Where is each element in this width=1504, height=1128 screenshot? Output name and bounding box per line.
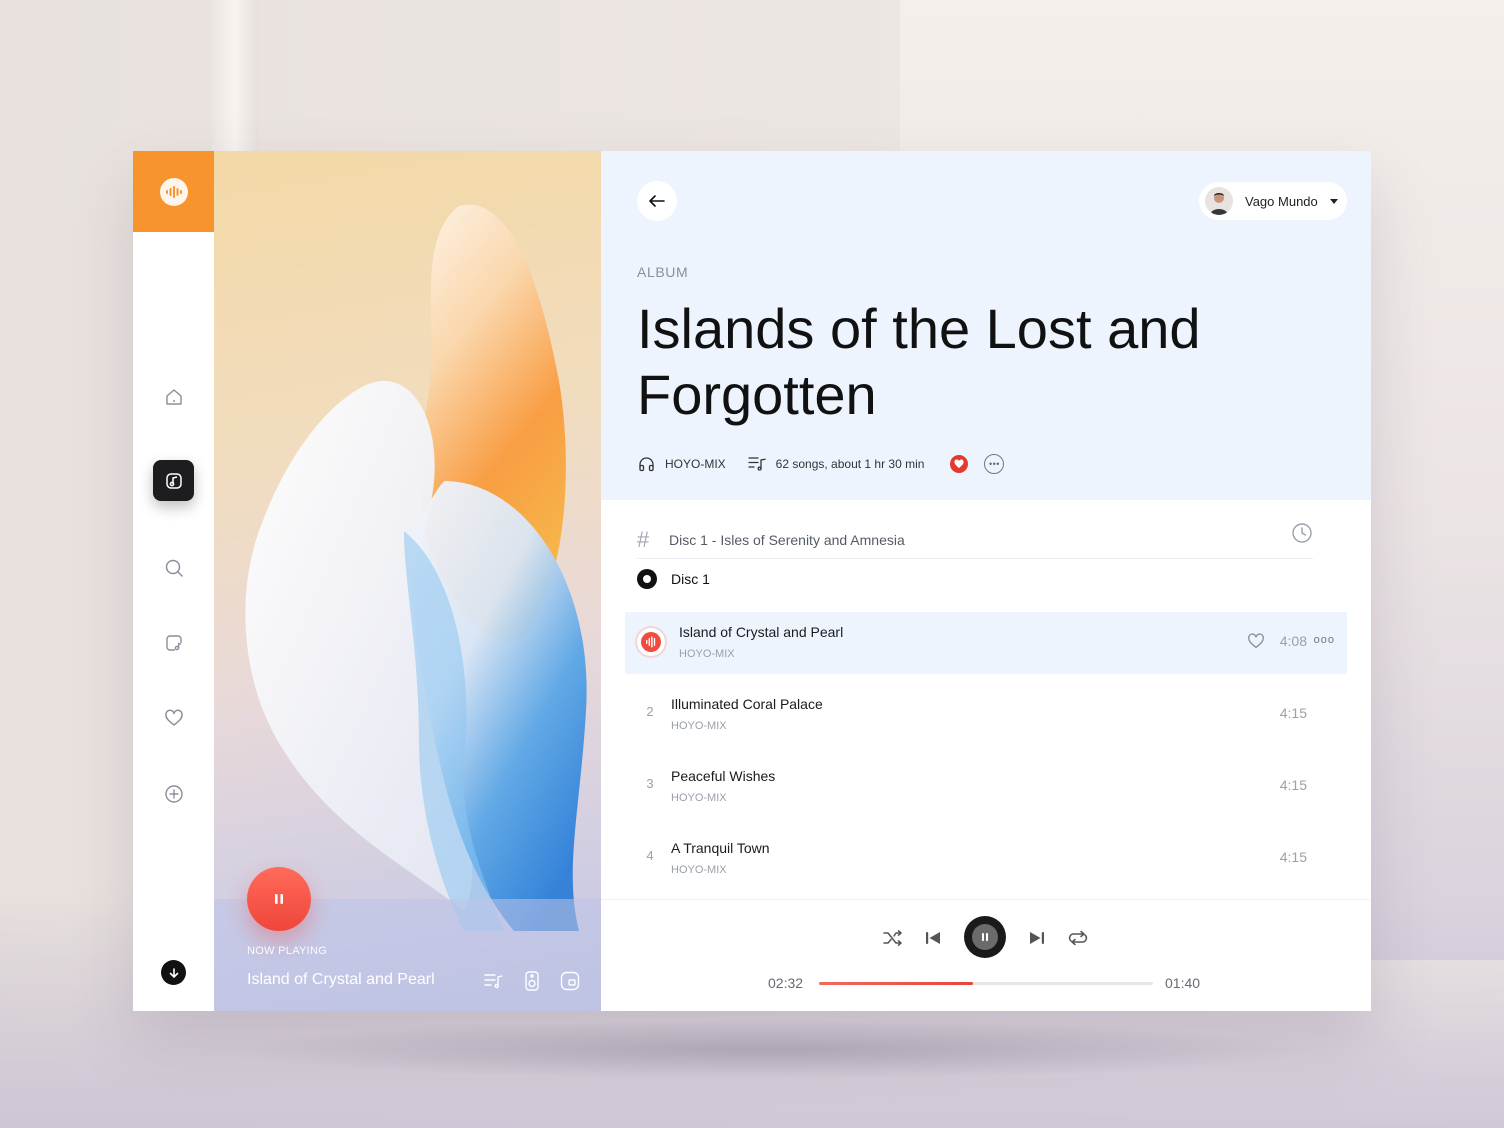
download-button[interactable] [161, 960, 186, 985]
disc-label: Disc 1 [671, 571, 710, 587]
track-title: Peaceful Wishes [671, 768, 776, 784]
track-row[interactable]: Island of Crystal and Pearl HOYO-MIX 4:0… [625, 612, 1347, 674]
user-name: Vago Mundo [1245, 193, 1318, 209]
previous-button[interactable] [919, 924, 947, 952]
album-more-button[interactable]: ••• [984, 454, 1005, 474]
headphones-icon [637, 455, 655, 473]
shuffle-button[interactable] [879, 924, 907, 952]
repeat-button[interactable] [1064, 924, 1092, 952]
back-arrow-icon [649, 195, 665, 207]
now-playing-title: Island of Crystal and Pearl [247, 971, 435, 988]
user-menu[interactable]: Vago Mundo [1199, 182, 1347, 220]
artwork-pause-button[interactable] [247, 867, 311, 931]
pause-button[interactable] [964, 916, 1006, 958]
album-detail: Vago Mundo ALBUM Islands of the Lost and… [601, 151, 1371, 1011]
track-row[interactable]: 3 Peaceful Wishes HOYO-MIX 4:15 [625, 756, 1347, 818]
sidebar-item-favorites[interactable] [153, 697, 194, 738]
queue-icon [484, 974, 503, 989]
track-number: 4 [646, 848, 654, 863]
progress-fill [819, 982, 973, 985]
plus-circle-icon [164, 784, 183, 803]
track-artist[interactable]: HOYO-MIX [671, 720, 727, 732]
chevron-down-icon [1329, 198, 1338, 204]
download-arrow-icon [169, 967, 178, 978]
track-duration: 4:08 [1279, 633, 1307, 649]
track-artist[interactable]: HOYO-MIX [671, 792, 727, 804]
track-duration: 4:15 [1279, 777, 1307, 793]
music-note-icon [165, 472, 182, 489]
like-track-button[interactable] [1247, 632, 1265, 655]
album-header: Vago Mundo ALBUM Islands of the Lost and… [601, 151, 1371, 500]
hash-icon: # [637, 526, 650, 552]
heart-icon [954, 459, 964, 468]
favorite-album-button[interactable] [950, 455, 969, 473]
sidebar-item-playlist[interactable] [153, 622, 194, 663]
track-title: A Tranquil Town [671, 840, 770, 856]
background-pillar [212, 0, 258, 160]
album-title: Islands of the Lost and Forgotten [637, 297, 1201, 426]
track-artist[interactable]: HOYO-MIX [671, 864, 727, 876]
track-row[interactable]: 2 Illuminated Coral Palace HOYO-MIX 4:15 [625, 684, 1347, 746]
avatar [1205, 187, 1233, 215]
track-duration: 4:15 [1279, 849, 1307, 865]
more-dots-icon: ••• [988, 459, 1000, 469]
album-artist[interactable]: HOYO-MIX [665, 457, 726, 471]
heart-icon [1248, 633, 1264, 648]
repeat-icon [1068, 930, 1088, 946]
remaining-time: 01:40 [1165, 975, 1201, 991]
shuffle-icon [883, 930, 902, 946]
album-artwork: NOW PLAYING Island of Crystal and Pearl [214, 151, 601, 1011]
player-controls: 02:32 01:40 [601, 899, 1371, 1011]
back-button[interactable] [637, 181, 677, 221]
sidebar-item-add[interactable] [153, 773, 194, 814]
track-more-icon[interactable]: ooo [1314, 634, 1335, 646]
soundwave-logo-icon [159, 177, 188, 206]
previous-icon [926, 932, 940, 944]
speaker-icon [525, 971, 539, 991]
sidebar-item-music[interactable] [153, 460, 194, 501]
now-playing-label: NOW PLAYING [247, 945, 328, 957]
heart-icon [164, 709, 183, 726]
track-title: Illuminated Coral Palace [671, 696, 823, 712]
queue-icon [748, 455, 766, 473]
radio-icon [637, 569, 657, 589]
clock-icon [1291, 522, 1313, 549]
miniplayer-icon [560, 971, 580, 991]
album-meta: HOYO-MIX 62 songs, about 1 hr 30 min ••• [637, 453, 1005, 475]
home-icon [165, 388, 182, 405]
app-logo[interactable] [133, 151, 214, 232]
disc-heading: Disc 1 - Isles of Serenity and Amnesia [669, 531, 905, 548]
music-app-window: NOW PLAYING Island of Crystal and Pearl … [133, 151, 1371, 1011]
sidebar-item-search[interactable] [153, 547, 194, 588]
elapsed-time: 02:32 [768, 975, 804, 991]
search-icon [165, 559, 183, 577]
next-button[interactable] [1023, 924, 1051, 952]
track-title: Island of Crystal and Pearl [679, 624, 844, 640]
album-summary: 62 songs, about 1 hr 30 min [775, 457, 925, 471]
app-shadow [220, 1020, 1320, 1080]
disc-selector[interactable]: Disc 1 [637, 569, 710, 589]
album-kicker: ALBUM [637, 264, 689, 280]
track-number: 2 [646, 704, 654, 719]
playing-icon [635, 626, 667, 658]
pause-icon [275, 894, 283, 904]
track-number: 3 [646, 776, 654, 791]
queue-button[interactable] [483, 970, 505, 992]
pause-icon [972, 924, 998, 950]
playlist-icon [165, 634, 182, 651]
track-duration: 4:15 [1279, 705, 1307, 721]
disc-header: # Disc 1 - Isles of Serenity and Amnesia [637, 521, 1313, 559]
next-icon [1030, 932, 1044, 944]
track-row[interactable]: 4 A Tranquil Town HOYO-MIX 4:15 [625, 828, 1347, 890]
miniplayer-button[interactable] [559, 970, 581, 992]
sidebar-item-home[interactable] [153, 376, 194, 417]
speaker-button[interactable] [521, 970, 543, 992]
track-artist[interactable]: HOYO-MIX [679, 648, 735, 660]
progress-slider[interactable] [819, 982, 1153, 985]
sidebar [133, 151, 214, 1011]
